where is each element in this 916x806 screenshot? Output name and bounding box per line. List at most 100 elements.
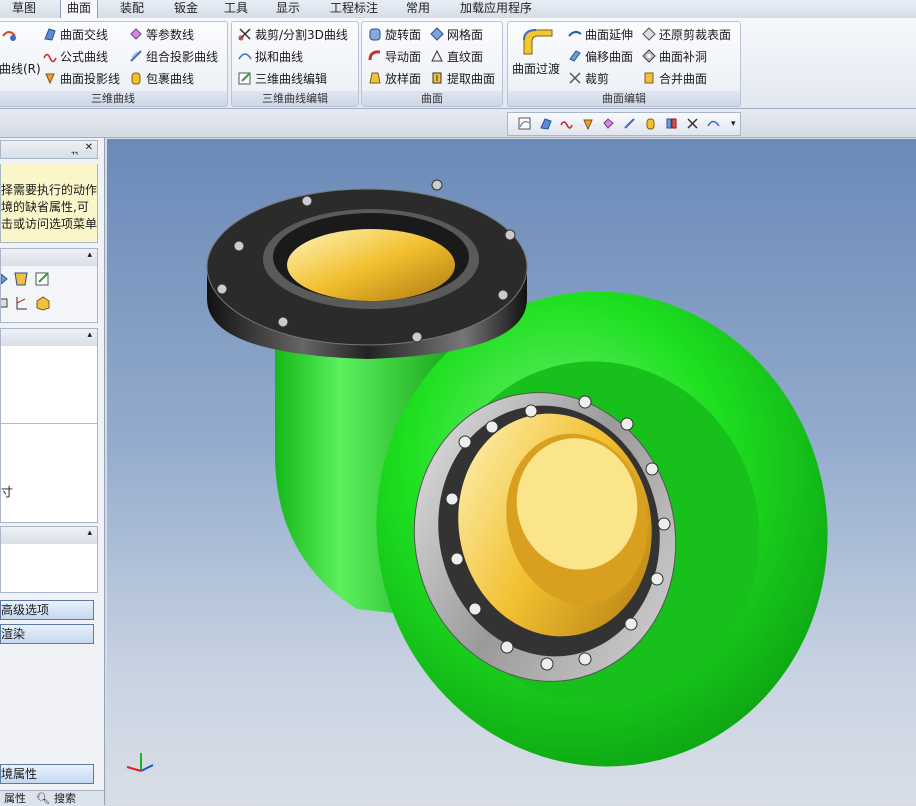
group-3d-curves: 曲线(R) 曲面交线 公式曲线 曲面投影线 等参数线 组合投影曲线 包裹曲线 三… — [0, 21, 228, 107]
wrap-curve-icon[interactable] — [644, 117, 657, 130]
box-icon[interactable] — [35, 295, 51, 311]
collapse-icon[interactable]: ▴ — [87, 250, 92, 260]
section-header[interactable]: ▴ — [0, 248, 98, 267]
group-title: 曲面 — [362, 91, 502, 106]
tool-icons — [0, 266, 98, 323]
section-header[interactable]: ▴ — [0, 328, 98, 347]
edit-icon[interactable] — [35, 271, 51, 287]
extend-icon — [568, 27, 582, 41]
environment-properties-button[interactable]: 境属性 — [0, 764, 94, 784]
edit-3d-curve-button[interactable]: 三维曲线编辑 — [238, 70, 327, 88]
curve-icon[interactable] — [518, 117, 531, 130]
search-icon[interactable]: 🔍︎ — [36, 791, 50, 806]
cup-icon[interactable] — [13, 271, 29, 287]
wrap-curve-icon — [129, 71, 143, 85]
revolve-icon — [368, 27, 382, 41]
mesh-surface-button[interactable]: 网格面 — [430, 26, 483, 44]
projection-icon — [43, 71, 57, 85]
patch-hole-button[interactable]: 曲面补洞 — [642, 48, 707, 66]
cone-icon[interactable] — [1, 272, 9, 286]
axis-triad-icon — [119, 745, 159, 779]
group-surface: 旋转面 导动面 放样面 网格面 直纹面 提取曲面 曲面 — [361, 21, 503, 107]
options-area — [0, 544, 98, 593]
axis-icon[interactable] — [13, 295, 29, 311]
combined-projection-icon[interactable] — [623, 117, 636, 130]
left-panel: ᆩ ✕ 择需要执行的动作 境的缺省属性,可 击或访问选项菜单 ▴ ▴ 寸 ▴ 高… — [0, 138, 105, 806]
curve-big-icon — [1, 26, 17, 50]
bracket-icon[interactable] — [1, 296, 9, 310]
help-box: 择需要执行的动作 境的缺省属性,可 击或访问选项菜单 — [0, 164, 98, 243]
render-button[interactable]: 渲染 — [0, 624, 94, 644]
isoparametric-button[interactable]: 等参数线 — [129, 26, 194, 44]
merge-surface-button[interactable]: 合并曲面 — [642, 70, 707, 88]
trim-button[interactable]: 裁剪 — [568, 70, 609, 88]
advanced-options-button[interactable]: 高级选项 — [0, 600, 94, 620]
surface-projection-button[interactable]: 曲面投影线 — [43, 70, 120, 88]
surface-fillet-button[interactable]: 曲面过渡 — [512, 60, 560, 78]
scissors-icon — [238, 27, 252, 41]
surface-intersection-icon — [43, 27, 57, 41]
tab-sheetmetal[interactable]: 钣金 — [174, 0, 198, 18]
tab-tools[interactable]: 工具 — [224, 0, 248, 18]
formula-curve-icon[interactable] — [560, 117, 573, 130]
revolve-surface-button[interactable]: 旋转面 — [368, 26, 421, 44]
fit-curve-button[interactable]: 拟和曲线 — [238, 48, 303, 66]
isoparametric-icon — [129, 27, 143, 41]
group-title: 三维曲线 — [0, 91, 227, 106]
ribbon-tabs: 草图 曲面 装配 钣金 工具 显示 工程标注 常用 加载应用程序 — [0, 0, 916, 19]
mesh-icon — [430, 27, 444, 41]
sweep-icon — [368, 49, 382, 63]
tab-addins[interactable]: 加载应用程序 — [460, 0, 532, 18]
group-curve-edit: 裁剪/分割3D曲线 拟和曲线 三维曲线编辑 三维曲线编辑 — [231, 21, 359, 107]
extend-surface-button[interactable]: 曲面延伸 — [568, 26, 633, 44]
projection-icon[interactable] — [581, 117, 594, 130]
tab-surface[interactable]: 曲面 — [60, 0, 99, 19]
panel-bottom-tabs: 属性 🔍︎ 搜索 — [0, 790, 104, 806]
loft-surface-button[interactable]: 放样面 — [368, 70, 421, 88]
patch-icon — [642, 49, 656, 63]
surface-intersection-button[interactable]: 曲面交线 — [43, 26, 108, 44]
wrap-curve-button[interactable]: 包裹曲线 — [129, 70, 194, 88]
untrim-icon — [642, 27, 656, 41]
curve-button[interactable]: 曲线(R) — [0, 60, 41, 78]
pin-icon[interactable]: ᆩ — [70, 142, 79, 157]
untrim-surface-button[interactable]: 还原剪裁表面 — [642, 26, 731, 44]
collapse-icon[interactable]: ▴ — [87, 330, 92, 340]
ruled-icon — [430, 49, 444, 63]
tab-dimension[interactable]: 工程标注 — [330, 0, 378, 18]
formula-curve-icon — [43, 49, 57, 63]
ruled-surface-button[interactable]: 直纹面 — [430, 48, 483, 66]
toolbar-row — [0, 109, 916, 138]
group-surface-edit: 曲面过渡 曲面延伸 偏移曲面 裁剪 还原剪裁表面 曲面补洞 合并曲面 曲面编辑 — [507, 21, 741, 107]
tab-properties[interactable]: 属性 — [4, 791, 26, 806]
collapse-icon[interactable]: ▴ — [87, 528, 92, 538]
group-title: 曲面编辑 — [508, 91, 740, 106]
extract-surface-button[interactable]: 提取曲面 — [430, 70, 495, 88]
3d-viewport[interactable] — [107, 139, 916, 805]
sweep-surface-button[interactable]: 导动面 — [368, 48, 421, 66]
scissors-icon[interactable] — [686, 117, 699, 130]
edit-curve-icon — [238, 71, 252, 85]
surface-fillet-icon — [520, 26, 556, 56]
tab-search[interactable]: 搜索 — [54, 791, 76, 806]
tab-common[interactable]: 常用 — [406, 0, 430, 18]
surface-intersection-icon[interactable] — [539, 117, 552, 130]
chevron-down-icon[interactable]: ▾ — [731, 119, 736, 129]
mirror-icon[interactable] — [665, 117, 678, 130]
tab-assembly[interactable]: 装配 — [120, 0, 144, 18]
tab-sketch[interactable]: 草图 — [12, 0, 36, 18]
tab-display[interactable]: 显示 — [276, 0, 300, 18]
combined-projection-button[interactable]: 组合投影曲线 — [129, 48, 218, 66]
formula-curve-button[interactable]: 公式曲线 — [43, 48, 108, 66]
section-header[interactable]: ▴ — [0, 526, 98, 545]
offset-surface-button[interactable]: 偏移曲面 — [568, 48, 633, 66]
pump-volute-model[interactable] — [107, 139, 916, 805]
properties-list: 寸 — [0, 346, 98, 523]
ribbon: 曲线(R) 曲面交线 公式曲线 曲面投影线 等参数线 组合投影曲线 包裹曲线 三… — [0, 18, 916, 109]
trim-split-curve-button[interactable]: 裁剪/分割3D曲线 — [238, 26, 348, 44]
isoparametric-icon[interactable] — [602, 117, 615, 130]
loft-icon — [368, 71, 382, 85]
fit-curve-icon — [238, 49, 252, 63]
close-icon[interactable]: ✕ — [85, 142, 93, 153]
fit-curve-icon[interactable] — [707, 117, 720, 130]
